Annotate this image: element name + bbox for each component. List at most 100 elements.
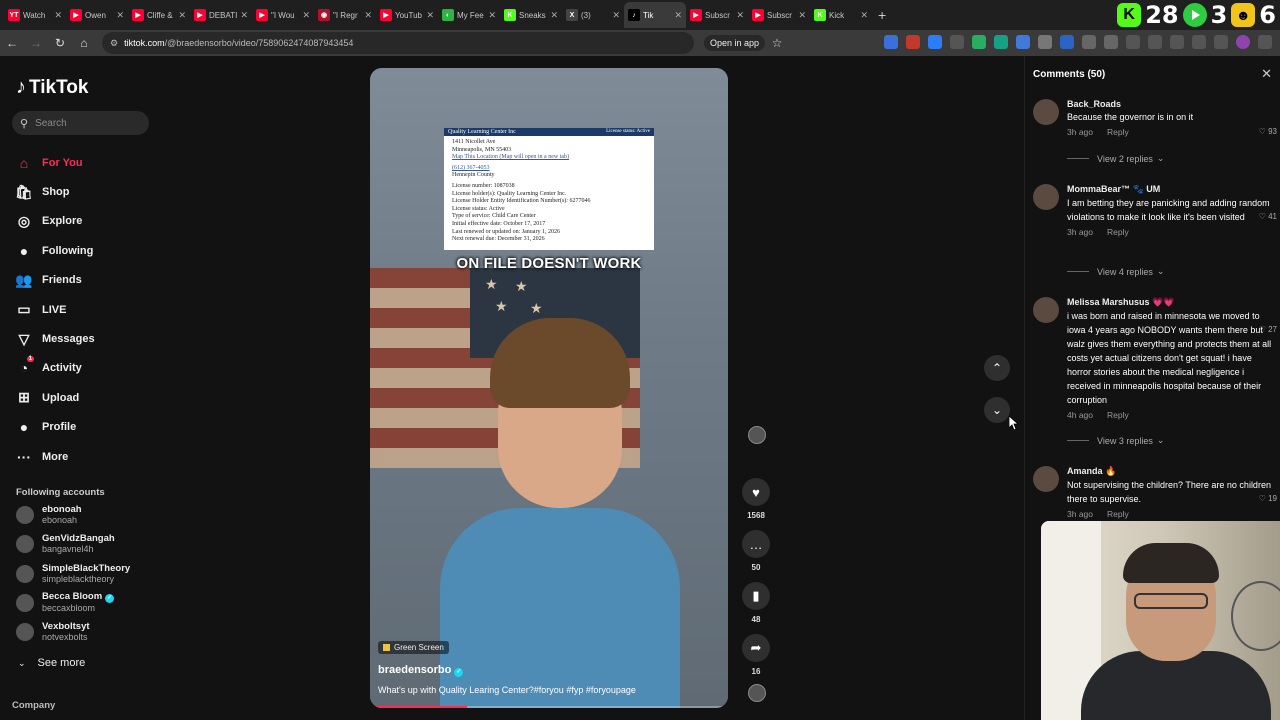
extension-icon[interactable]: [928, 35, 942, 49]
reply-button[interactable]: Reply: [1107, 410, 1129, 420]
comment-author[interactable]: MommaBear™ 🐾 UM: [1067, 184, 1277, 195]
tab-close-icon[interactable]: ✕: [488, 10, 496, 21]
comment-like-button[interactable]: ♡ 27: [1259, 325, 1277, 334]
browser-tab[interactable]: ▶ Cliffe & ✕: [128, 2, 190, 28]
following-account[interactable]: GenVidzBangah bangavnel4h: [16, 531, 115, 557]
extension-icon[interactable]: [906, 35, 920, 49]
following-account[interactable]: Vexboltsyt notvexbolts: [16, 619, 90, 645]
extension-icon[interactable]: [884, 35, 898, 49]
comment-like-button[interactable]: ♡ 19: [1259, 494, 1277, 503]
search-input[interactable]: ⚲ Search: [12, 111, 149, 135]
video-player[interactable]: ★ ★ ★ ★ Quality Learning Center Inc Lice…: [370, 68, 728, 708]
open-in-app-button[interactable]: Open in app: [704, 35, 766, 51]
share-action[interactable]: ➦ 16: [740, 634, 772, 676]
comment-like-button[interactable]: ♡ 41: [1259, 212, 1277, 221]
avatar[interactable]: [1033, 184, 1059, 210]
sound-disc-avatar[interactable]: [748, 684, 766, 702]
view-replies-button[interactable]: View 4 replies ⌄: [1067, 266, 1164, 277]
nav-item-friends[interactable]: 👥 Friends: [14, 266, 164, 295]
browser-tab[interactable]: ▶ Owen ✕: [66, 2, 128, 28]
nav-item-for-you[interactable]: ⌂ For You: [14, 148, 164, 177]
extension-icon[interactable]: [950, 35, 964, 49]
profile-avatar-icon[interactable]: [1236, 35, 1250, 49]
close-icon[interactable]: ✕: [1261, 66, 1272, 82]
tab-close-icon[interactable]: ✕: [54, 10, 62, 21]
following-account[interactable]: Becca Bloom ✓ beccaxbloom: [16, 590, 115, 616]
bookmark-star-icon[interactable]: ☆: [765, 36, 789, 50]
extension-icon[interactable]: [1082, 35, 1096, 49]
browser-tab[interactable]: ▶ YouTub ✕: [376, 2, 438, 28]
extension-icon[interactable]: [1016, 35, 1030, 49]
tab-close-icon[interactable]: ✕: [178, 10, 186, 21]
translate-icon[interactable]: [1148, 35, 1162, 49]
extension-icon[interactable]: [994, 35, 1008, 49]
extension-icon[interactable]: [1060, 35, 1074, 49]
comment-action[interactable]: … 50: [740, 530, 772, 572]
tab-close-icon[interactable]: ✕: [240, 10, 248, 21]
browser-tab[interactable]: K Sneaks ✕: [500, 2, 562, 28]
reply-button[interactable]: Reply: [1107, 227, 1129, 237]
save-action[interactable]: ▮ 48: [740, 582, 772, 624]
nav-item-live[interactable]: ▭ LIVE: [14, 295, 164, 324]
following-account[interactable]: ebonoah ebonoah: [16, 502, 82, 528]
browser-tab[interactable]: ▶ Subscr ✕: [748, 2, 810, 28]
downloads-icon[interactable]: [1214, 35, 1228, 49]
browser-tab[interactable]: ◉ "I Regr ✕: [314, 2, 376, 28]
browser-tab[interactable]: ♪ Tik ✕: [624, 2, 686, 28]
see-more-button[interactable]: ⌄ See more: [18, 657, 85, 669]
like-action[interactable]: ♥ 1568: [740, 478, 772, 520]
address-bar[interactable]: ⚙ tiktok.com/@braedensorbo/video/7589062…: [102, 32, 694, 54]
tab-close-icon[interactable]: ✕: [116, 10, 124, 21]
comment-author[interactable]: Melissa Marshusus 💗💗: [1067, 297, 1277, 308]
avatar[interactable]: [1033, 99, 1059, 125]
tab-close-icon[interactable]: ✕: [860, 10, 868, 21]
comment-like-button[interactable]: ♡ 93: [1259, 127, 1277, 136]
new-tab-button[interactable]: +: [878, 7, 886, 23]
view-replies-button[interactable]: View 2 replies ⌄: [1067, 153, 1164, 164]
tab-close-icon[interactable]: ✕: [612, 10, 620, 21]
browser-tab[interactable]: X (3) ✕: [562, 2, 624, 28]
video-progress-bar[interactable]: [370, 706, 728, 708]
tab-close-icon[interactable]: ✕: [736, 10, 744, 21]
extension-icon[interactable]: [1038, 35, 1052, 49]
nav-item-following[interactable]: ● Following: [14, 236, 164, 265]
site-info-icon[interactable]: ⚙: [110, 38, 118, 49]
tab-close-icon[interactable]: ✕: [302, 10, 310, 21]
menu-kebab-icon[interactable]: [1258, 35, 1272, 49]
browser-tab[interactable]: ▶ DEBATI ✕: [190, 2, 252, 28]
nav-item-profile[interactable]: ● Profile: [14, 413, 164, 442]
home-button-icon[interactable]: ⌂: [72, 36, 96, 50]
nav-item-upload[interactable]: ⊞ Upload: [14, 383, 164, 412]
comment-author[interactable]: Back_Roads: [1067, 99, 1277, 109]
browser-tab[interactable]: ▶ "I Wou ✕: [252, 2, 314, 28]
video-author[interactable]: braedensorbo ✓: [378, 664, 718, 677]
extension-icon[interactable]: [1104, 35, 1118, 49]
tiktok-logo[interactable]: ♪ TikTok: [16, 76, 88, 99]
following-account[interactable]: SimpleBlackTheory simpleblacktheory: [16, 561, 130, 587]
reading-list-icon[interactable]: [1192, 35, 1206, 49]
browser-tab[interactable]: YT Watch ✕: [4, 2, 66, 28]
history-icon[interactable]: [1126, 35, 1140, 49]
browser-tab[interactable]: ▶ Subscr ✕: [686, 2, 748, 28]
devtools-icon[interactable]: [1170, 35, 1184, 49]
browser-tab[interactable]: K Kick ✕: [810, 2, 872, 28]
avatar[interactable]: [1033, 466, 1059, 492]
creator-avatar[interactable]: [748, 426, 766, 444]
nav-item-activity[interactable]: ◔ 1 Activity: [14, 354, 164, 383]
browser-tab[interactable]: ◐ My Fee ✕: [438, 2, 500, 28]
nav-item-explore[interactable]: ◎ Explore: [14, 207, 164, 236]
forward-icon[interactable]: →: [24, 36, 48, 50]
tab-close-icon[interactable]: ✕: [674, 10, 682, 21]
tab-close-icon[interactable]: ✕: [798, 10, 806, 21]
reload-icon[interactable]: ↻: [48, 36, 72, 50]
next-video-button[interactable]: ⌄: [984, 397, 1010, 423]
reply-button[interactable]: Reply: [1107, 509, 1129, 519]
nav-item-shop[interactable]: 🛍 Shop: [14, 177, 164, 206]
extension-icon[interactable]: [972, 35, 986, 49]
effect-tag[interactable]: Green Screen: [378, 641, 449, 654]
tab-close-icon[interactable]: ✕: [550, 10, 558, 21]
tab-close-icon[interactable]: ✕: [426, 10, 434, 21]
company-link[interactable]: Company: [12, 700, 55, 711]
previous-video-button[interactable]: ⌃: [984, 355, 1010, 381]
nav-item-more[interactable]: ··· More: [14, 442, 164, 471]
